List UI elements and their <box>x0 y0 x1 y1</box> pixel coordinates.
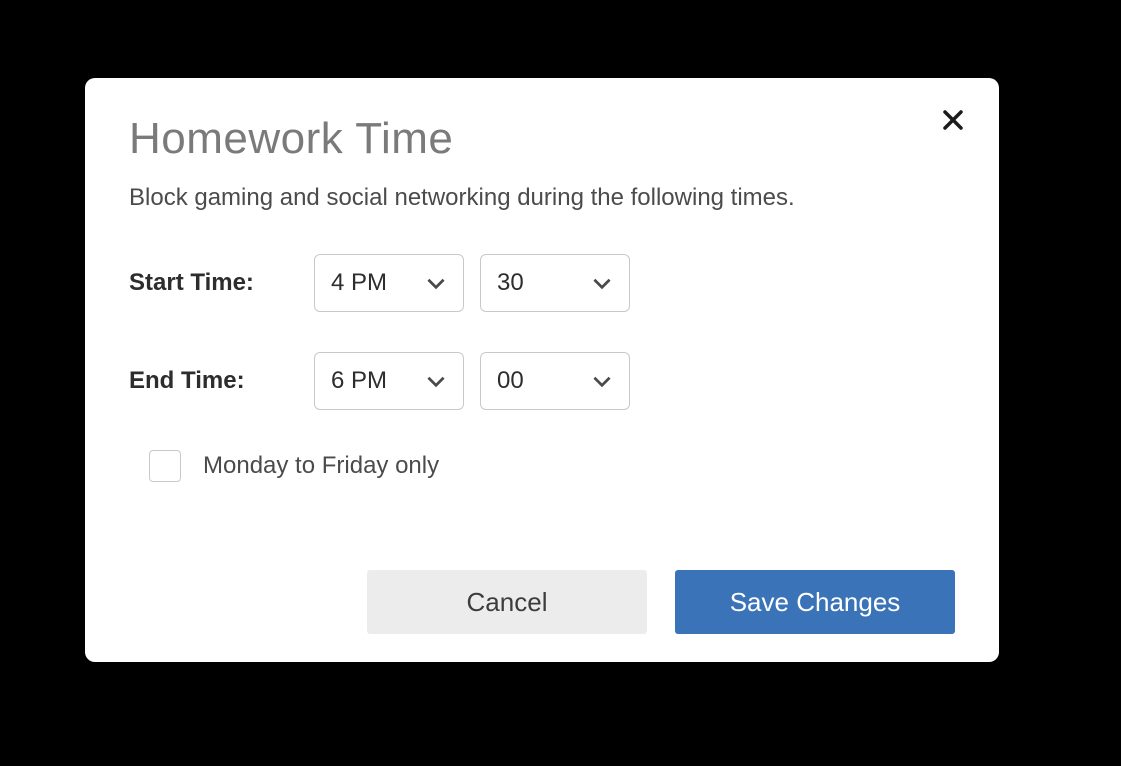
dialog-subtitle: Block gaming and social networking durin… <box>129 184 955 212</box>
dialog-button-row: Cancel Save Changes <box>367 570 955 634</box>
start-time-row: Start Time: 4 PM 30 <box>129 254 955 312</box>
start-minute-value: 30 <box>497 269 524 297</box>
start-time-label: Start Time: <box>129 269 314 297</box>
dialog-title: Homework Time <box>129 114 955 164</box>
end-hour-select[interactable]: 6 PM <box>314 352 464 410</box>
end-hour-value: 6 PM <box>331 367 387 395</box>
homework-time-dialog: Homework Time Block gaming and social ne… <box>85 78 999 662</box>
chevron-down-icon <box>589 368 615 394</box>
close-button[interactable] <box>933 100 973 140</box>
cancel-button[interactable]: Cancel <box>367 570 647 634</box>
weekday-only-row: Monday to Friday only <box>149 450 955 482</box>
close-icon <box>941 108 965 132</box>
start-minute-select[interactable]: 30 <box>480 254 630 312</box>
chevron-down-icon <box>423 270 449 296</box>
weekday-only-checkbox[interactable] <box>149 450 181 482</box>
chevron-down-icon <box>423 368 449 394</box>
start-hour-value: 4 PM <box>331 269 387 297</box>
end-time-label: End Time: <box>129 367 314 395</box>
start-hour-select[interactable]: 4 PM <box>314 254 464 312</box>
save-changes-button[interactable]: Save Changes <box>675 570 955 634</box>
end-minute-select[interactable]: 00 <box>480 352 630 410</box>
end-time-row: End Time: 6 PM 00 <box>129 352 955 410</box>
chevron-down-icon <box>589 270 615 296</box>
weekday-only-label: Monday to Friday only <box>203 452 439 480</box>
end-minute-value: 00 <box>497 367 524 395</box>
